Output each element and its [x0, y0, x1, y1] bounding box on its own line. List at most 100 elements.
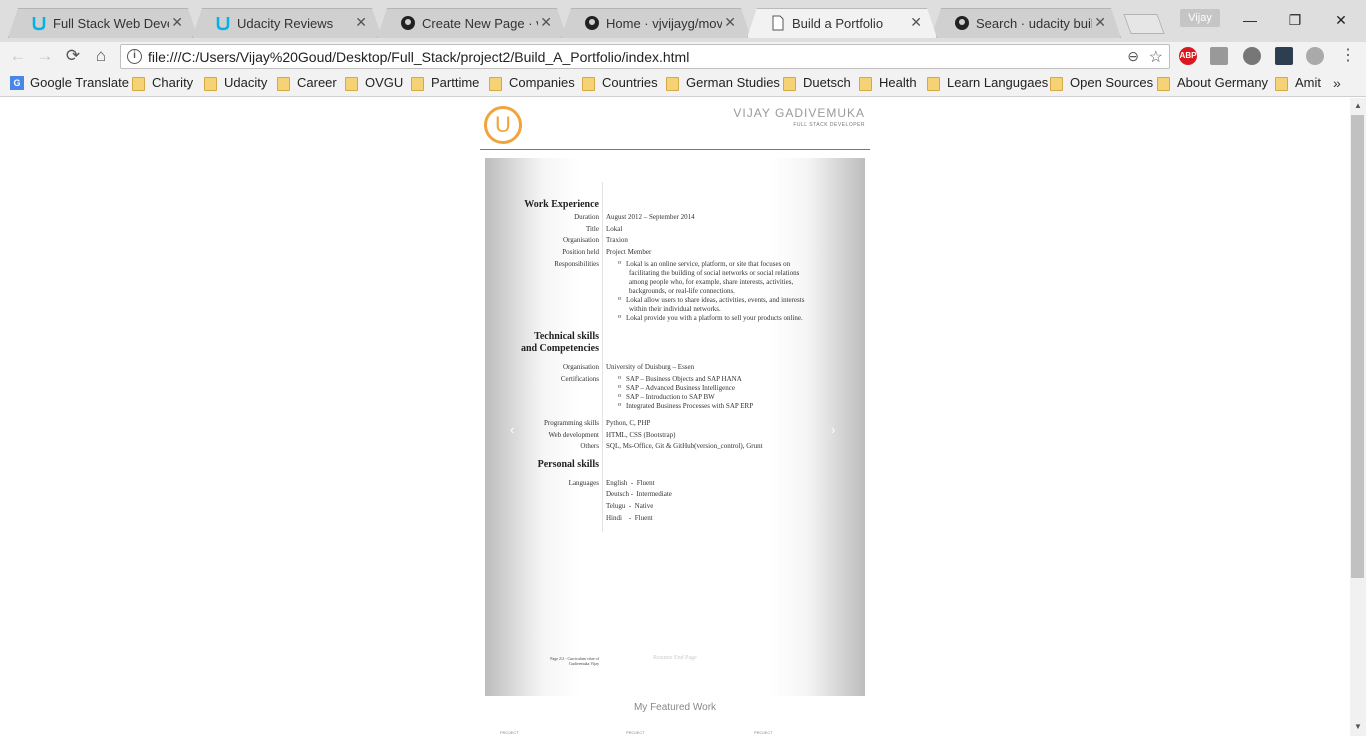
resume-footer-title: Resume End Page — [653, 655, 697, 661]
restore-icon[interactable]: ❐ — [1272, 8, 1318, 32]
bookmark-folder[interactable]: Parttime — [411, 75, 479, 93]
close-tab-icon[interactable]: ✕ — [910, 14, 922, 31]
responsibility-continuation: backgrounds, or real-life connections. — [629, 287, 735, 295]
extension-icon[interactable] — [1210, 47, 1228, 65]
carousel-next-icon[interactable]: › — [831, 422, 835, 437]
bookmark-google-translate[interactable]: G Google Translate — [10, 75, 129, 93]
minimize-icon[interactable]: — — [1227, 8, 1273, 32]
scroll-down-icon[interactable]: ▼ — [1352, 722, 1364, 734]
page-icon — [770, 15, 786, 31]
tab-search-udacity[interactable]: Search · udacity build a ✕ — [931, 8, 1121, 38]
folder-icon — [1050, 77, 1063, 91]
home-icon[interactable]: ⌂ — [89, 45, 113, 67]
bookmark-label: Learn Langugaes — [947, 75, 1049, 90]
tab-build-portfolio[interactable]: Build a Portfolio ✕ — [747, 8, 937, 38]
project-label: PROJECT — [626, 730, 645, 735]
close-tab-icon[interactable]: ✕ — [1094, 14, 1106, 31]
bookmark-folder[interactable]: Health — [859, 75, 917, 93]
bookmark-folder[interactable]: Udacity — [204, 75, 267, 93]
close-tab-icon[interactable]: ✕ — [724, 14, 736, 31]
info-icon[interactable]: i — [127, 49, 142, 64]
close-window-icon[interactable]: ✕ — [1318, 8, 1364, 32]
project-label: PROJECT — [754, 730, 773, 735]
bookmark-label: Amit — [1295, 75, 1321, 90]
extension-icon[interactable] — [1243, 47, 1261, 65]
personal-skills-title: Personal skills — [537, 459, 599, 470]
bookmark-folder[interactable]: Learn Langugaes — [927, 75, 1048, 93]
competencies-title: and Competencies — [520, 343, 599, 354]
bookmark-folder[interactable]: About Germany — [1157, 75, 1268, 93]
resume-carousel: Work Experience Duration August 2012 – S… — [485, 158, 865, 696]
bookmark-folder[interactable]: Career — [277, 75, 337, 93]
adblock-icon[interactable]: ABP — [1179, 47, 1197, 65]
page-viewport: U VIJAY GADIVEMUKA FULL STACK DEVELOPER … — [0, 98, 1350, 736]
certification-item: SAP – Business Objects and SAP HANA — [618, 374, 742, 384]
project-label: PROJECT — [500, 730, 519, 735]
title-label: Title — [586, 225, 599, 233]
scroll-up-icon[interactable]: ▲ — [1352, 101, 1364, 113]
bookmark-label: Google Translate — [30, 75, 130, 90]
bookmark-folder[interactable]: Amit — [1275, 75, 1321, 93]
tab-create-new-page[interactable]: Create New Page · vjvija ✕ — [377, 8, 567, 38]
scrollbar-thumb[interactable] — [1351, 115, 1364, 578]
bookmark-folder[interactable]: German Studies — [666, 75, 780, 93]
forward-icon[interactable]: → — [33, 45, 57, 67]
address-bar[interactable]: i file:///C:/Users/Vijay%20Goud/Desktop/… — [120, 44, 1170, 69]
bookmark-label: Open Sources — [1070, 75, 1154, 90]
header-divider — [480, 149, 870, 150]
back-icon[interactable]: ← — [6, 45, 30, 67]
tab-home-movie[interactable]: Home · vjvijayg/movie_ ✕ — [561, 8, 751, 38]
technical-skills-title: Technical skills — [534, 331, 599, 342]
reload-icon[interactable]: ⟳ — [61, 45, 85, 67]
language-item: Hindi - Fluent — [606, 514, 653, 522]
tab-udacity-reviews[interactable]: Udacity Reviews ✕ — [192, 8, 382, 38]
certification-item: SAP – Advanced Business Intelligence — [618, 383, 735, 393]
menu-icon[interactable]: ⋮ — [1340, 45, 1356, 65]
tab-title: Search · udacity build a — [976, 16, 1091, 31]
resume-footer-page: Page 2/2 - Curriculum vitae of Gadivemuk… — [550, 656, 599, 666]
udacity-extension-icon[interactable] — [1275, 47, 1293, 65]
zoom-icon[interactable]: ⊖ — [1127, 48, 1139, 65]
close-tab-icon[interactable]: ✕ — [540, 14, 552, 31]
tab-full-stack[interactable]: Full Stack Web Develop ✕ — [8, 8, 198, 38]
duration-value: August 2012 – September 2014 — [606, 213, 695, 221]
bookmark-label: Parttime — [431, 75, 480, 90]
github-icon — [584, 15, 600, 31]
carousel-prev-icon[interactable]: ‹ — [510, 422, 514, 437]
responsibility-item: Lokal is an online service, platform, or… — [618, 259, 790, 269]
bookmark-label: Udacity — [224, 75, 268, 90]
bookmark-folder[interactable]: Countries — [582, 75, 658, 93]
new-tab-button[interactable] — [1123, 14, 1165, 34]
close-tab-icon[interactable]: ✕ — [171, 14, 183, 31]
tab-title: Build a Portfolio — [792, 16, 884, 31]
position-label: Position held — [562, 248, 599, 256]
google-translate-icon: G — [10, 76, 24, 90]
bookmark-star-icon[interactable]: ☆ — [1149, 47, 1163, 67]
url-text[interactable]: file:///C:/Users/Vijay%20Goud/Desktop/Fu… — [148, 49, 689, 65]
bookmark-label: About Germany — [1177, 75, 1269, 90]
folder-icon — [345, 77, 358, 91]
bookmark-folder[interactable]: Duetsch — [783, 75, 851, 93]
bookmark-folder[interactable]: Companies — [489, 75, 575, 93]
certification-item: SAP – Introduction to SAP BW — [618, 392, 715, 402]
udacity-icon — [31, 15, 47, 31]
folder-icon — [1157, 77, 1170, 91]
programming-skills-label: Programming skills — [543, 419, 599, 427]
bookmark-folder[interactable]: OVGU — [345, 75, 403, 93]
close-tab-icon[interactable]: ✕ — [355, 14, 367, 31]
more-bookmarks-icon[interactable]: » — [1333, 75, 1341, 91]
extension-icon[interactable] — [1306, 47, 1324, 65]
tab-strip: Full Stack Web Develop ✕ Udacity Reviews… — [0, 0, 1366, 42]
responsibility-item: Lokal provide you with a platform to sel… — [618, 313, 803, 323]
folder-icon — [132, 77, 145, 91]
responsibilities-label: Responsibilities — [554, 260, 599, 268]
tech-organisation-value: University of Duisburg – Essen — [606, 363, 695, 371]
folder-icon — [411, 77, 424, 91]
github-icon — [400, 15, 416, 31]
udacity-logo: U — [484, 106, 522, 144]
bookmark-folder[interactable]: Open Sources — [1050, 75, 1153, 93]
user-profile-badge[interactable]: Vijay — [1180, 9, 1220, 27]
tab-title: Home · vjvijayg/movie_ — [606, 16, 722, 31]
title-value: Lokal — [606, 225, 623, 233]
bookmark-folder[interactable]: Charity — [132, 75, 193, 93]
